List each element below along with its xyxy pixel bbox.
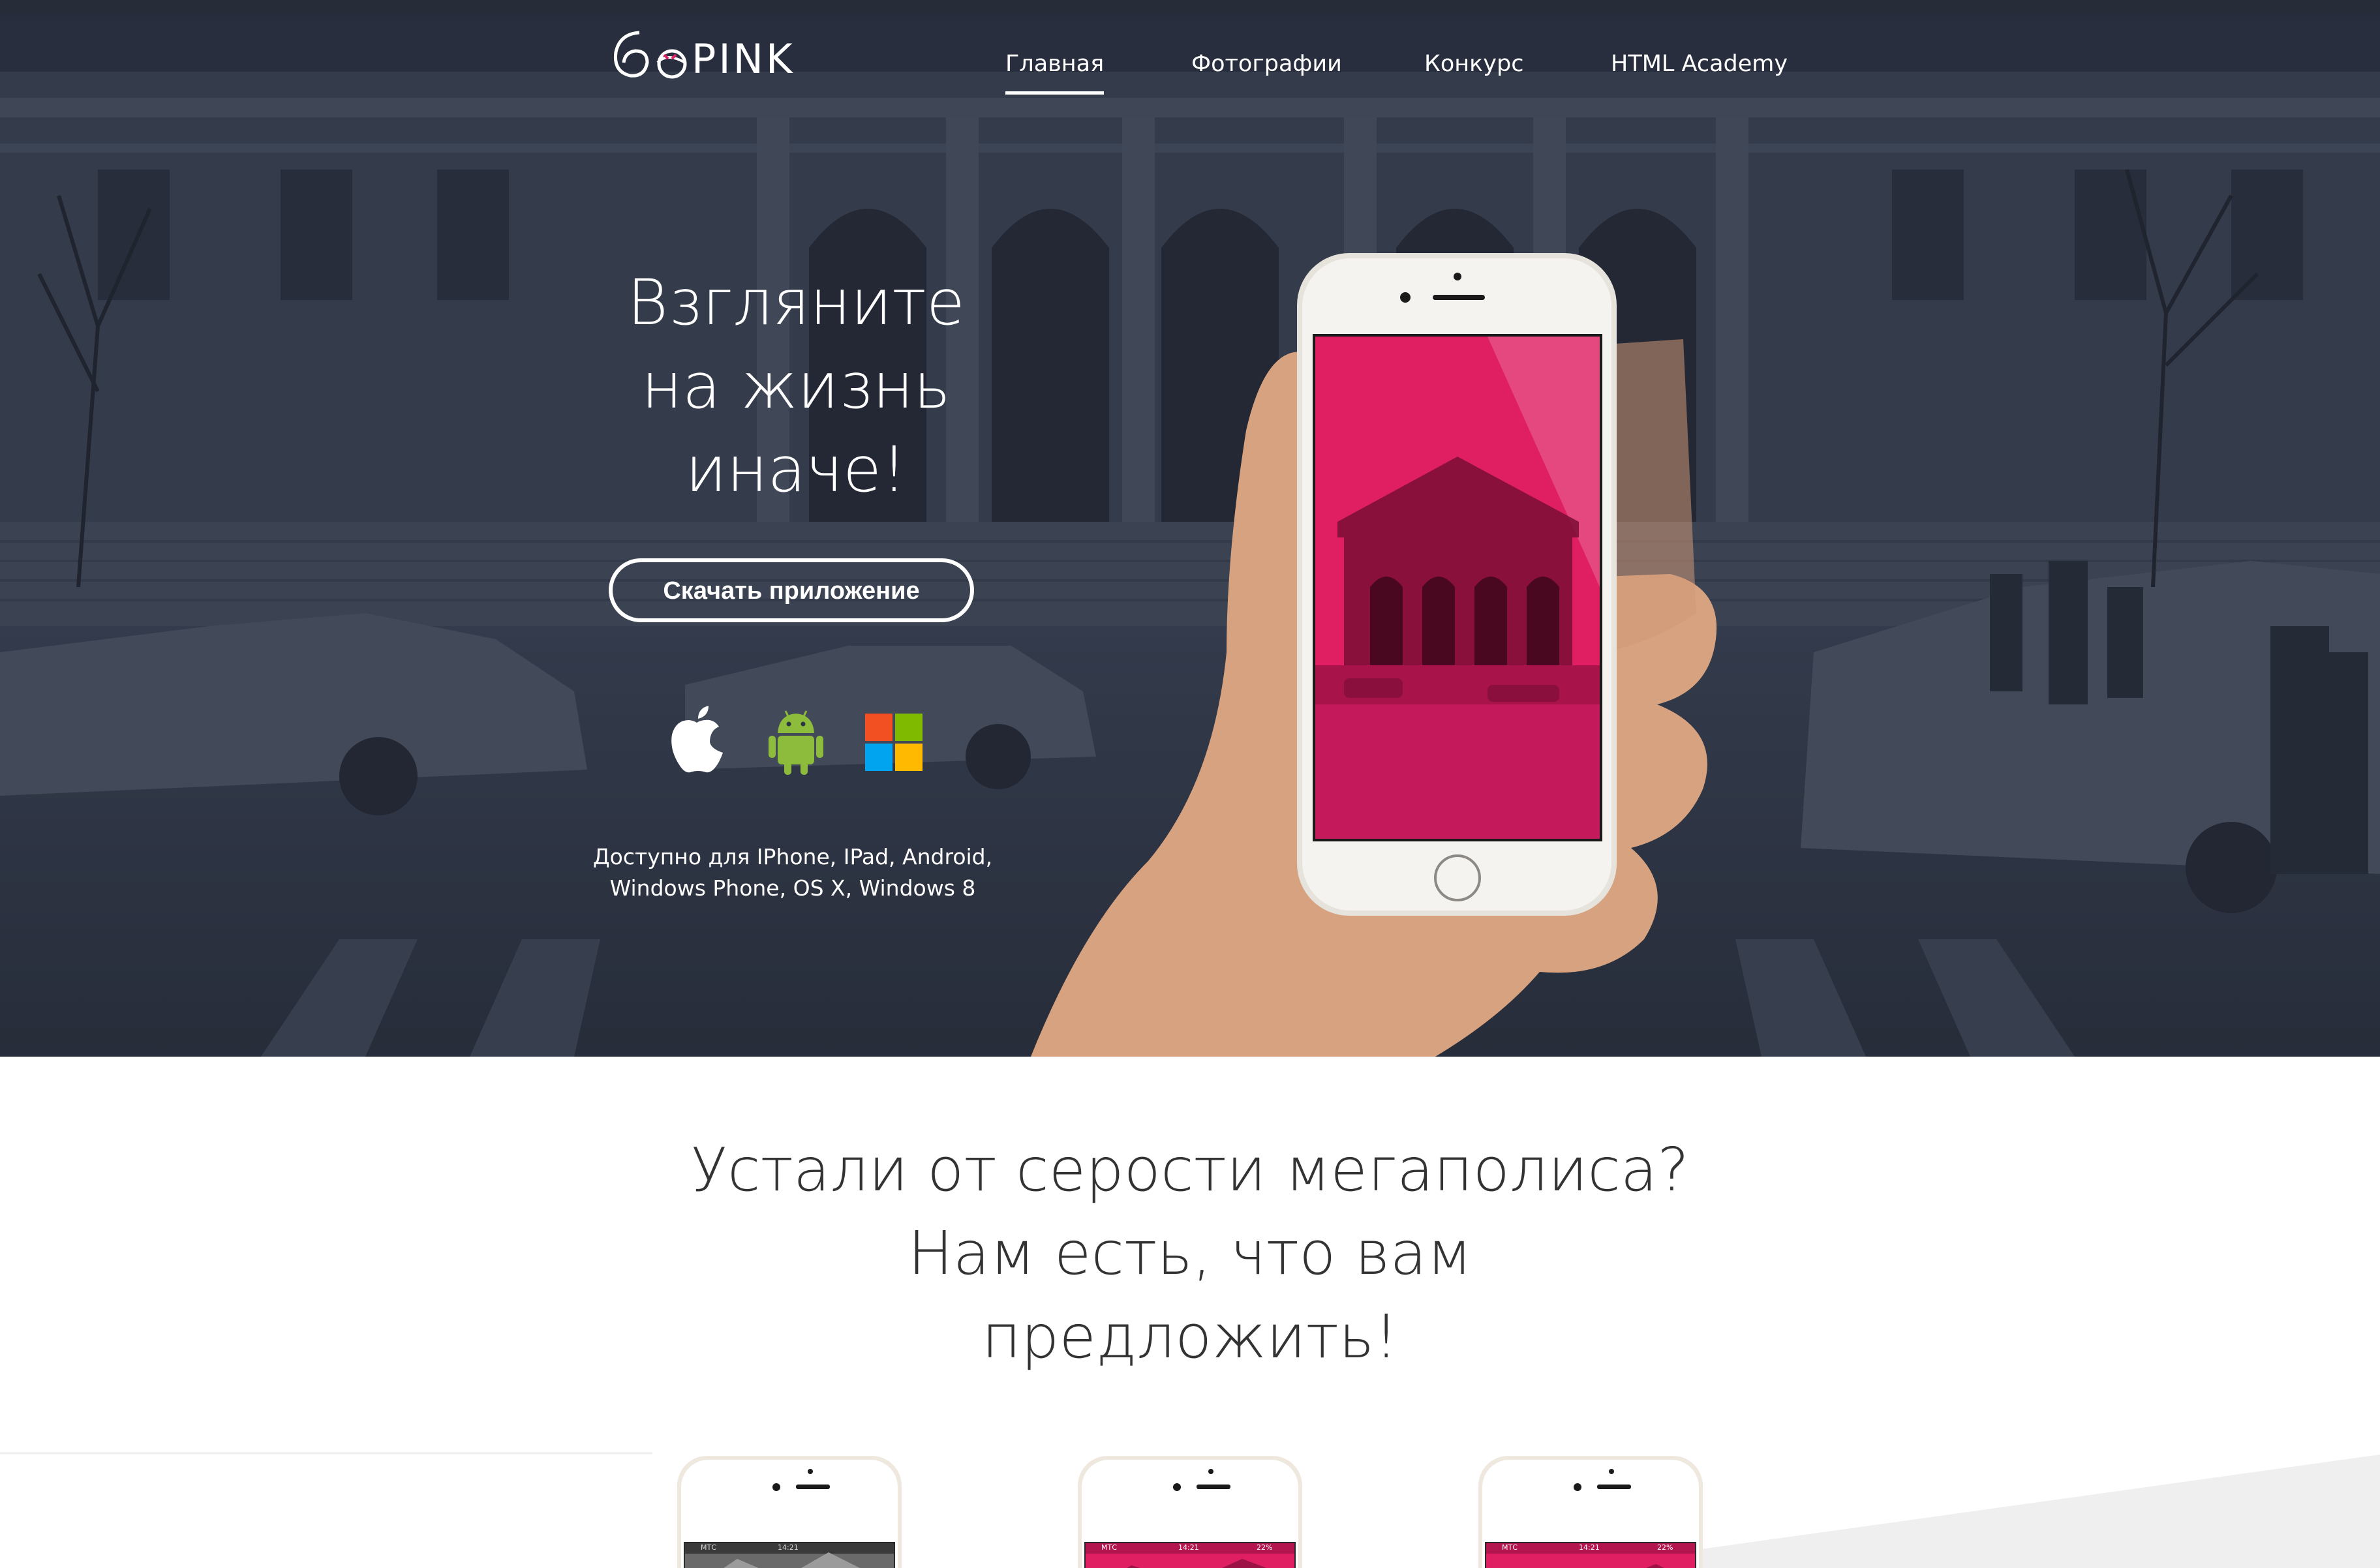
headline-line: иначе!	[685, 433, 907, 506]
features-phones: МТС 14:21 МТС 14:21 22% МТС 14:21 22%	[0, 1422, 2380, 1568]
available-line: Windows Phone, OS X, Windows 8	[609, 875, 976, 901]
available-platforms-text: Доступно для IPhone, IPad, Android, Wind…	[561, 841, 1024, 904]
headline-line: на жизнь	[641, 350, 951, 423]
nav-item-home[interactable]: Главная	[1005, 51, 1105, 95]
status-carrier: МТС	[1101, 1543, 1117, 1552]
slogan-line: Устали от серости мегаполиса?	[690, 1135, 1690, 1205]
status-time: 14:21	[1178, 1543, 1199, 1552]
status-carrier: МТС	[1502, 1543, 1518, 1552]
status-battery: 22%	[1657, 1543, 1673, 1552]
status-time: 14:21	[1579, 1543, 1600, 1552]
feature-phone-3: МТС 14:21 22%	[1473, 1455, 1708, 1568]
download-app-button[interactable]: Скачать приложение	[609, 558, 974, 622]
available-line: Доступно для IPhone, IPad, Android,	[592, 844, 993, 869]
feature-phone-2: МТС 14:21 22%	[1073, 1455, 1307, 1568]
slogan-line: предложить!	[981, 1302, 1399, 1372]
hand-phone-image	[1031, 253, 1717, 1057]
status-time: 14:21	[778, 1543, 799, 1552]
headline-line: Взгляните	[627, 266, 965, 339]
hero-section: PINK Главная Фотографии Конкурс HTML Aca…	[0, 0, 2380, 1057]
nav-item-html-academy[interactable]: HTML Academy	[1611, 51, 1788, 77]
nav-item-photos[interactable]: Фотографии	[1191, 51, 1342, 77]
main-navigation: Главная Фотографии Конкурс HTML Academy	[0, 51, 2380, 103]
features-slogan: Устали от серости мегаполиса? Нам есть, …	[587, 1128, 1793, 1379]
apple-icon[interactable]	[664, 704, 729, 776]
status-carrier: МТС	[701, 1543, 716, 1552]
windows-icon[interactable]	[862, 704, 928, 776]
top-bar	[0, 0, 2380, 14]
status-battery: 22%	[1257, 1543, 1273, 1552]
feature-phone-1: МТС 14:21	[672, 1455, 907, 1568]
slogan-line: Нам есть, что вам	[908, 1218, 1472, 1288]
hero-headline: Взгляните на жизнь иначе!	[568, 261, 1024, 511]
android-icon[interactable]	[763, 704, 829, 776]
nav-item-contest[interactable]: Конкурс	[1424, 51, 1523, 77]
